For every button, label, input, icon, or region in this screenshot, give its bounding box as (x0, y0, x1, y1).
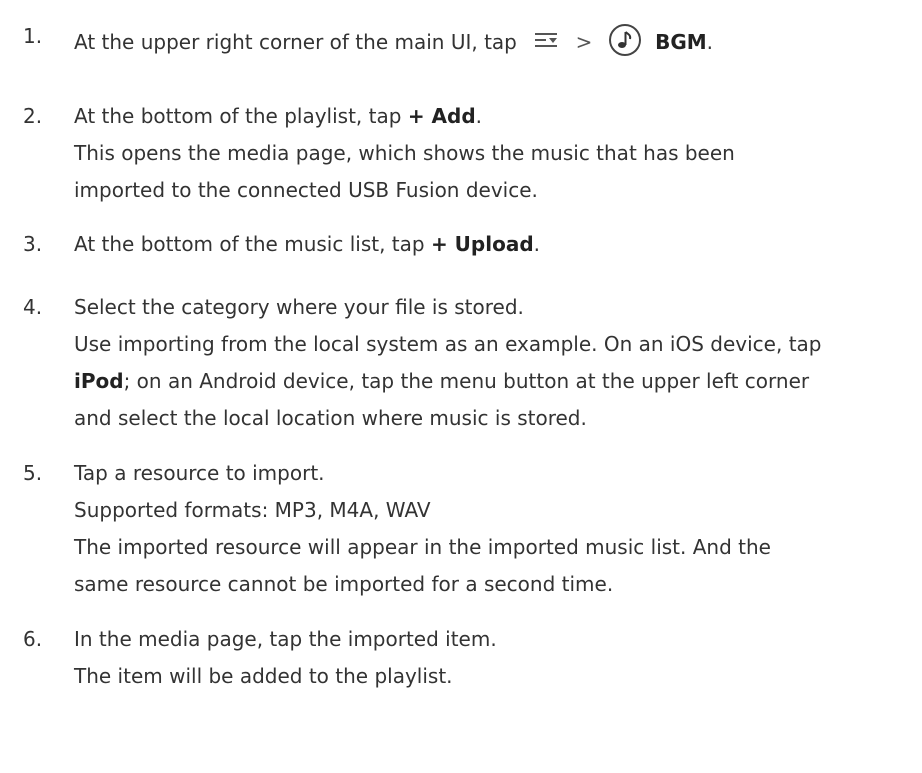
step-detail: and select the local location where musi… (74, 406, 587, 430)
menu-dropdown-icon (533, 29, 561, 58)
add-label: + Add (407, 104, 476, 128)
step-number: 2. (23, 104, 43, 128)
upload-label: + Upload (430, 232, 534, 256)
step-text: At the upper right corner of the main UI… (74, 22, 713, 65)
step-number: 3. (23, 232, 43, 256)
step-text: In the media page, tap the imported item… (74, 627, 497, 651)
separator: > (575, 30, 593, 54)
step-text: Select the category where your file is s… (74, 295, 524, 319)
step-detail: This opens the media page, which shows t… (74, 141, 735, 165)
step-detail: same resource cannot be imported for a s… (74, 572, 614, 596)
step-detail: Use importing from the local system as a… (74, 332, 822, 356)
music-note-icon (607, 22, 643, 65)
step-text: Tap a resource to import. (74, 461, 325, 485)
step-detail: The imported resource will appear in the… (74, 535, 771, 559)
ipod-label: iPod (74, 369, 124, 393)
step-number: 4. (23, 295, 43, 319)
step-detail: The item will be added to the playlist. (74, 664, 453, 688)
step-number: 1. (23, 24, 43, 48)
step-detail: imported to the connected USB Fusion dev… (74, 178, 538, 202)
page: { "steps": [ { "number": "1.", "text_bef… (0, 0, 922, 773)
step-number: 5. (23, 461, 43, 485)
step-text: At the bottom of the music list, tap + U… (74, 232, 540, 256)
step-text: At the bottom of the playlist, tap + Add… (74, 104, 483, 128)
step-detail: Supported formats: MP3, M4A, WAV (74, 498, 431, 522)
bgm-label: BGM (655, 30, 707, 54)
step-number: 6. (23, 627, 43, 651)
step-detail: iPod; on an Android device, tap the menu… (74, 369, 810, 393)
